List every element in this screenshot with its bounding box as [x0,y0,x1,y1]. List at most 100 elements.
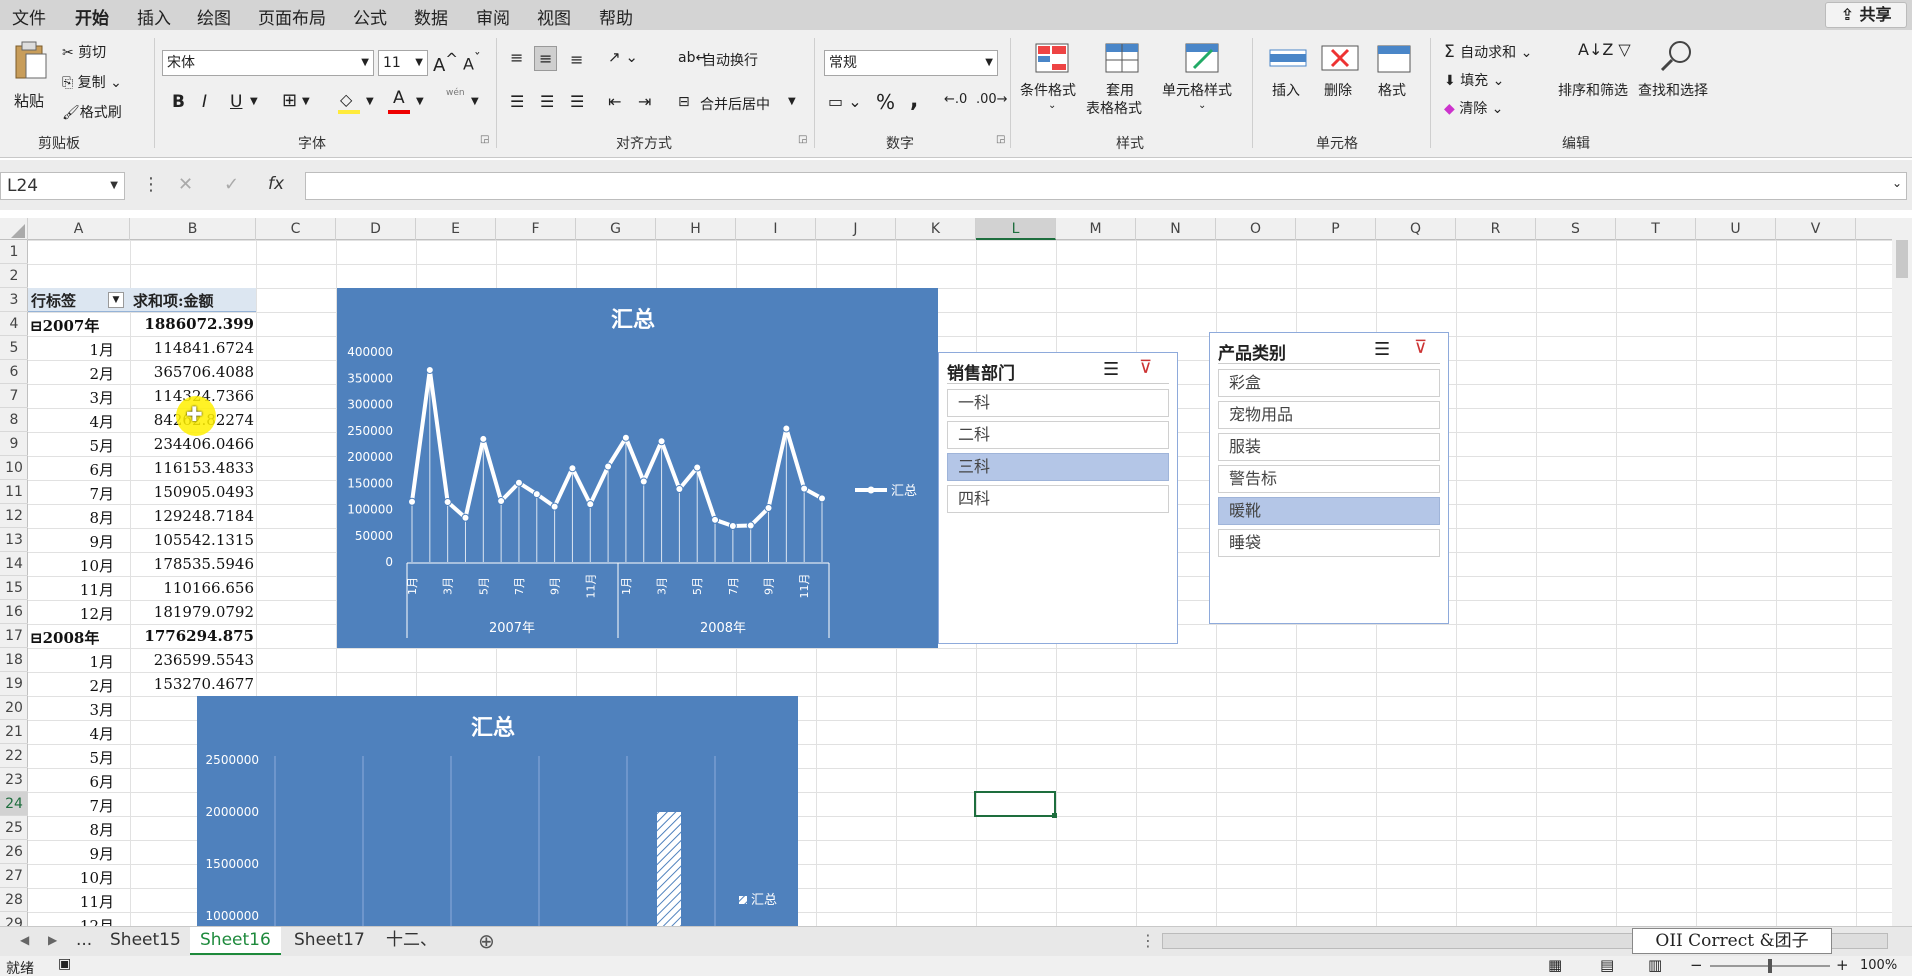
menu-file[interactable]: 文件 [12,4,46,29]
row-header[interactable]: 2 [0,264,28,288]
data-point[interactable] [443,497,452,506]
data-point[interactable] [514,478,523,487]
row-header[interactable]: 14 [0,552,28,576]
menu-review[interactable]: 审阅 [476,4,510,29]
align-left-icon[interactable]: ☰ [510,92,524,111]
column-header[interactable]: O [1216,218,1296,240]
slicer-item[interactable]: 彩盒 [1218,369,1440,397]
clear-filter-icon[interactable]: ⊽ [1139,357,1152,378]
cancel-icon[interactable]: ✕ [178,174,193,195]
slicer-item[interactable]: 四科 [947,485,1169,513]
data-point[interactable] [782,424,791,433]
align-right-icon[interactable]: ☰ [570,92,584,111]
row-header[interactable]: 4 [0,312,28,336]
conditional-format-button[interactable]: 条件格式 ⌄ [1018,42,1086,126]
column-header[interactable]: G [576,218,656,240]
decrease-indent-icon[interactable]: ⇤ [608,92,621,111]
data-point[interactable] [693,463,702,472]
multi-select-icon[interactable]: ☰ [1103,359,1119,380]
italic-button[interactable]: I [202,92,207,112]
align-top-icon[interactable]: ≡ [510,48,523,67]
row-header[interactable]: 27 [0,864,28,888]
row-header[interactable]: 8 [0,408,28,432]
sheet-tab[interactable]: 十二、 [376,927,447,955]
format-painter-button[interactable]: 🖌格式刷 [62,102,122,122]
sheet-tab[interactable]: Sheet15 [100,927,191,955]
add-sheet-icon[interactable]: ⊕ [478,929,495,953]
clear-filter-icon[interactable]: ⊽ [1414,337,1427,358]
slicer-product-category[interactable]: 产品类别 ☰ ⊽ 彩盒 宠物用品 服装 警告标 暖靴 睡袋 [1209,332,1449,624]
row-header[interactable]: 15 [0,576,28,600]
column-header[interactable]: V [1776,218,1856,240]
column-header[interactable]: U [1696,218,1776,240]
menu-home[interactable]: 开始 [75,4,109,33]
share-button[interactable]: ⇪ 共享 [1825,2,1907,28]
column-header[interactable]: K [896,218,976,240]
row-header[interactable]: 11 [0,480,28,504]
macro-record-icon[interactable]: ▣ [58,956,71,972]
page-break-view-icon[interactable]: ▥ [1648,956,1662,974]
comma-button[interactable]: , [910,88,918,113]
column-header[interactable]: J [816,218,896,240]
fill-button[interactable]: ⬇ 填充 ⌄ [1444,70,1504,90]
sheet-tab[interactable]: Sheet17 [284,927,375,955]
menu-formulas[interactable]: 公式 [353,4,387,29]
sheet-tab-active[interactable]: Sheet16 [190,927,281,955]
increase-indent-icon[interactable]: ⇥ [638,92,651,111]
column-header[interactable]: N [1136,218,1216,240]
data-point[interactable] [800,484,809,493]
sort-filter-button[interactable]: A↓Z ▽ 排序和筛选 [1556,38,1636,126]
data-point[interactable] [425,366,434,375]
slicer-item[interactable]: 宠物用品 [1218,401,1440,429]
selected-cell-L24[interactable] [974,791,1056,817]
expand-formula-icon[interactable]: ⌄ [1892,176,1902,190]
data-point[interactable] [675,485,684,494]
align-middle-icon[interactable]: ≡ [534,46,558,71]
row-header[interactable]: 18 [0,648,28,672]
data-point[interactable] [711,515,720,524]
align-center-icon[interactable]: ☰ [540,92,554,111]
data-point[interactable] [818,494,826,503]
border-icon[interactable]: ⊞ [282,90,297,111]
column-header[interactable]: H [656,218,736,240]
data-point[interactable] [461,513,470,522]
fill-color-button[interactable]: ◇ [338,90,362,114]
formula-input[interactable] [305,172,1907,200]
orientation-icon[interactable]: ↗ ⌄ [608,48,638,66]
row-header[interactable]: 23 [0,768,28,792]
row-header[interactable]: 21 [0,720,28,744]
zoom-level[interactable]: 100% [1860,958,1897,973]
row-header[interactable]: 19 [0,672,28,696]
bar-chart[interactable]: 汇总 2500000 2000000 1500000 1000000 汇总 [197,696,798,926]
row-header[interactable]: 10 [0,456,28,480]
format-cells-button[interactable]: 格式 [1372,42,1416,126]
data-point[interactable] [621,433,630,442]
row-header[interactable]: 28 [0,888,28,912]
bold-button[interactable]: B [172,92,185,112]
font-color-button[interactable]: A [388,88,412,114]
row-header[interactable]: 6 [0,360,28,384]
slicer-item[interactable]: 服装 [1218,433,1440,461]
column-header[interactable]: T [1616,218,1696,240]
format-as-table-button[interactable]: 套用 表格格式 [1086,42,1158,126]
insert-function-button[interactable]: fx [268,174,284,194]
filter-dropdown-icon[interactable]: ▼ [108,292,124,308]
row-header[interactable]: 24 [0,792,28,816]
fill-handle[interactable] [1052,813,1057,818]
row-header[interactable]: 5 [0,336,28,360]
enter-icon[interactable]: ✓ [224,174,239,195]
font-name-select[interactable]: 宋体 ▼ [162,50,374,76]
column-header[interactable]: Q [1376,218,1456,240]
row-header[interactable]: 16 [0,600,28,624]
row-header[interactable]: 22 [0,744,28,768]
clear-button[interactable]: ◆ 清除 ⌄ [1444,98,1503,118]
row-header[interactable]: 9 [0,432,28,456]
column-header[interactable]: P [1296,218,1376,240]
data-point[interactable] [764,503,773,512]
chevron-down-icon[interactable]: ▼ [250,96,258,107]
shrink-font-button[interactable]: Aˇ [463,52,481,73]
data-point[interactable] [532,490,541,499]
slicer-item[interactable]: 睡袋 [1218,529,1440,557]
slicer-item-selected[interactable]: 三科 [947,453,1169,481]
menu-insert[interactable]: 插入 [137,4,171,29]
